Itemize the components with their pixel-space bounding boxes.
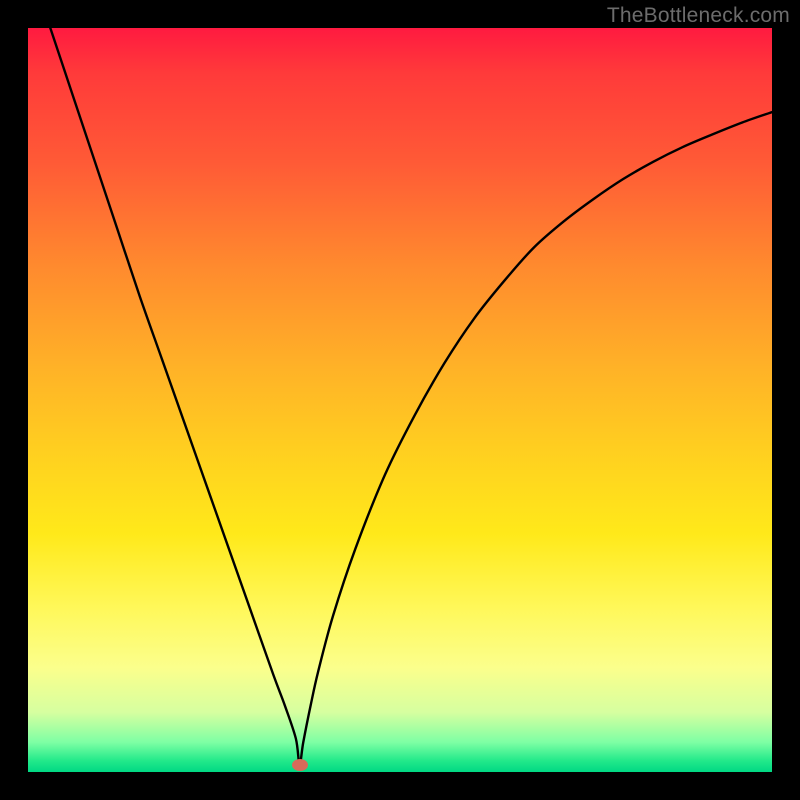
watermark-text: TheBottleneck.com bbox=[607, 4, 790, 28]
bottleneck-curve bbox=[28, 28, 772, 772]
chart-frame: TheBottleneck.com bbox=[0, 0, 800, 800]
optimal-point-marker bbox=[292, 759, 308, 771]
plot-area bbox=[28, 28, 772, 772]
